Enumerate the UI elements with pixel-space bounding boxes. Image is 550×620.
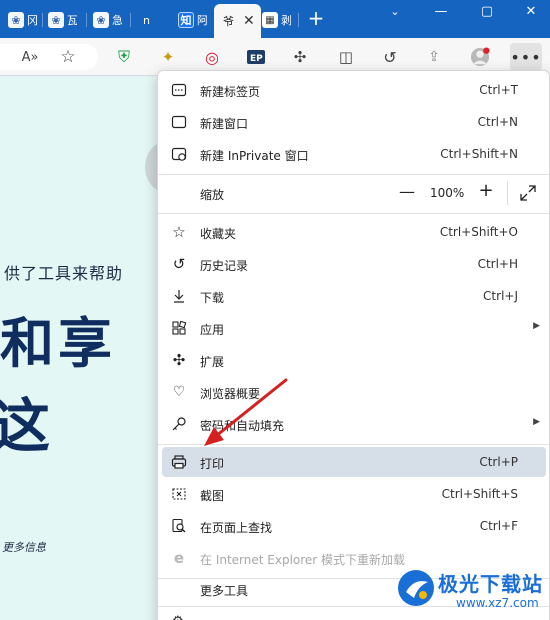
tab[interactable]: n — [140, 6, 155, 34]
avatar[interactable] — [470, 47, 490, 67]
tab-title: 剥 — [281, 14, 291, 27]
menu-item-apps[interactable]: 应用 ▶ — [162, 313, 546, 343]
tab[interactable]: ❀ 急 — [93, 6, 122, 34]
settings-and-more-button[interactable]: ••• — [510, 43, 542, 71]
ie-icon: e — [173, 549, 185, 567]
menu-divider — [158, 174, 549, 175]
tab-title: n — [143, 13, 150, 27]
settings-gear-icon[interactable]: ⚙ — [172, 614, 184, 620]
minimize-button[interactable]: — — [430, 3, 452, 21]
menu-item-history[interactable]: ↺ 历史记录 Ctrl+H — [162, 249, 546, 279]
menu-item-print[interactable]: 打印 Ctrl+P — [162, 447, 546, 477]
tab[interactable]: ▦ 剥 — [262, 6, 291, 34]
tab-title: 阿 — [197, 14, 207, 27]
page-headline-2: 这 — [0, 392, 51, 460]
inprivate-icon — [170, 145, 188, 163]
page-subtitle: 供了工具来帮助 — [4, 264, 124, 283]
new-tab-button[interactable]: + — [307, 8, 325, 30]
browser-essentials-icon: ♡ — [172, 384, 186, 400]
extensions-puzzle-icon[interactable]: ✣ — [290, 47, 310, 67]
new-window-icon — [170, 113, 188, 131]
zoom-divider — [507, 181, 508, 205]
find-icon — [170, 517, 188, 535]
address-bar[interactable]: A» ☆ — [0, 44, 98, 70]
zoom-out-button[interactable]: — — [398, 183, 416, 201]
svg-text:EP: EP — [250, 54, 263, 64]
tab-title: 瓦 — [67, 14, 77, 27]
target-icon[interactable]: ◎ — [202, 47, 222, 67]
brand-logo — [398, 570, 434, 606]
shield-icon[interactable]: ⛨ — [114, 47, 134, 67]
brand-url: www.xz7.com — [456, 596, 539, 610]
tab-title: 爷 — [223, 15, 234, 28]
menu-item-zoom: 缩放 — 100% + — [162, 178, 546, 208]
tab-bar: ❀ 冈 ❀ 瓦 ❀ 急 n 知 阿 爷 ✕ ▦ 剥 + ⌄ — ▢ ✕ — [0, 0, 550, 38]
menu-item-new-window[interactable]: 新建窗口 Ctrl+N — [162, 107, 546, 137]
split-screen-icon[interactable]: ◫ — [336, 47, 356, 67]
tab-separator — [86, 13, 87, 27]
key-icon — [170, 415, 188, 433]
tab[interactable]: ❀ 冈 — [8, 6, 37, 34]
new-tab-icon — [170, 81, 188, 99]
history-icon[interactable]: ↺ — [380, 47, 400, 67]
brand-name: 极光下载站 — [438, 572, 543, 596]
tab[interactable]: 知 阿 — [178, 6, 207, 34]
tab-active[interactable]: 爷 ✕ — [214, 4, 261, 38]
screenshot-icon — [170, 485, 188, 503]
tab-title: 急 — [112, 14, 122, 27]
menu-divider — [158, 213, 549, 214]
menu-item-passwords-autofill[interactable]: 密码和自动填充 ▶ — [162, 409, 546, 439]
tab[interactable]: ❀ 瓦 — [48, 6, 77, 34]
paw-icon: ❀ — [93, 12, 109, 28]
extensions-icon: ✣ — [172, 351, 186, 369]
submenu-arrow-icon: ▶ — [533, 321, 540, 331]
tab-title: 冈 — [27, 14, 37, 27]
menu-item-find-on-page[interactable]: 在页面上查找 Ctrl+F — [162, 511, 546, 541]
ep-extension-icon[interactable]: EP — [246, 47, 266, 67]
download-icon — [170, 287, 188, 305]
zhi-icon: 知 — [178, 12, 194, 28]
tab-separator — [42, 13, 43, 27]
close-tab-icon[interactable]: ✕ — [243, 13, 255, 29]
menu-divider — [158, 444, 549, 445]
favorite-star-icon[interactable]: ☆ — [58, 47, 78, 67]
paw-icon: ❀ — [48, 12, 64, 28]
tab-separator — [130, 13, 131, 27]
menu-item-favorites[interactable]: ☆ 收藏夹 Ctrl+Shift+O — [162, 217, 546, 247]
menu-item-extensions[interactable]: ✣ 扩展 — [162, 345, 546, 375]
share-icon[interactable]: ⇪ — [424, 47, 444, 67]
tab-separator — [298, 13, 299, 27]
read-aloud-icon[interactable]: A» — [20, 47, 40, 67]
page-headline: 和享 — [0, 311, 116, 375]
menu-item-browser-essentials[interactable]: ♡ 浏览器概要 — [162, 377, 546, 407]
menu-item-downloads[interactable]: 下载 Ctrl+J — [162, 281, 546, 311]
menu-item-screenshot[interactable]: 截图 Ctrl+Shift+S — [162, 479, 546, 509]
fullscreen-icon[interactable] — [519, 184, 537, 202]
page-content: 供了工具来帮助 和享 这 更多信息 — [0, 77, 160, 620]
zoom-in-button[interactable]: + — [477, 182, 495, 200]
apps-icon — [170, 319, 188, 337]
menu-item-new-tab[interactable]: 新建标签页 Ctrl+T — [162, 75, 546, 105]
maximize-button[interactable]: ▢ — [476, 3, 498, 21]
watermark: 极光下载站 www.xz7.com — [396, 566, 546, 616]
zoom-level: 100% — [430, 186, 465, 200]
close-window-button[interactable]: ✕ — [520, 3, 542, 21]
calendar-icon: ▦ — [262, 12, 278, 28]
print-icon — [170, 453, 188, 471]
paw-icon: ❀ — [8, 12, 24, 28]
history-icon: ↺ — [172, 255, 186, 273]
menu-item-new-inprivate[interactable]: 新建 InPrivate 窗口 Ctrl+Shift+N — [162, 139, 546, 169]
more-info-link[interactable]: 更多信息 — [2, 539, 46, 555]
extension-tag-icon[interactable]: ✦ — [158, 47, 178, 67]
submenu-arrow-icon: ▶ — [533, 417, 540, 427]
settings-menu: 新建标签页 Ctrl+T 新建窗口 Ctrl+N 新建 InPrivate 窗口… — [157, 70, 550, 620]
chevron-down-icon[interactable]: ⌄ — [384, 3, 406, 21]
favorites-icon: ☆ — [172, 223, 186, 241]
